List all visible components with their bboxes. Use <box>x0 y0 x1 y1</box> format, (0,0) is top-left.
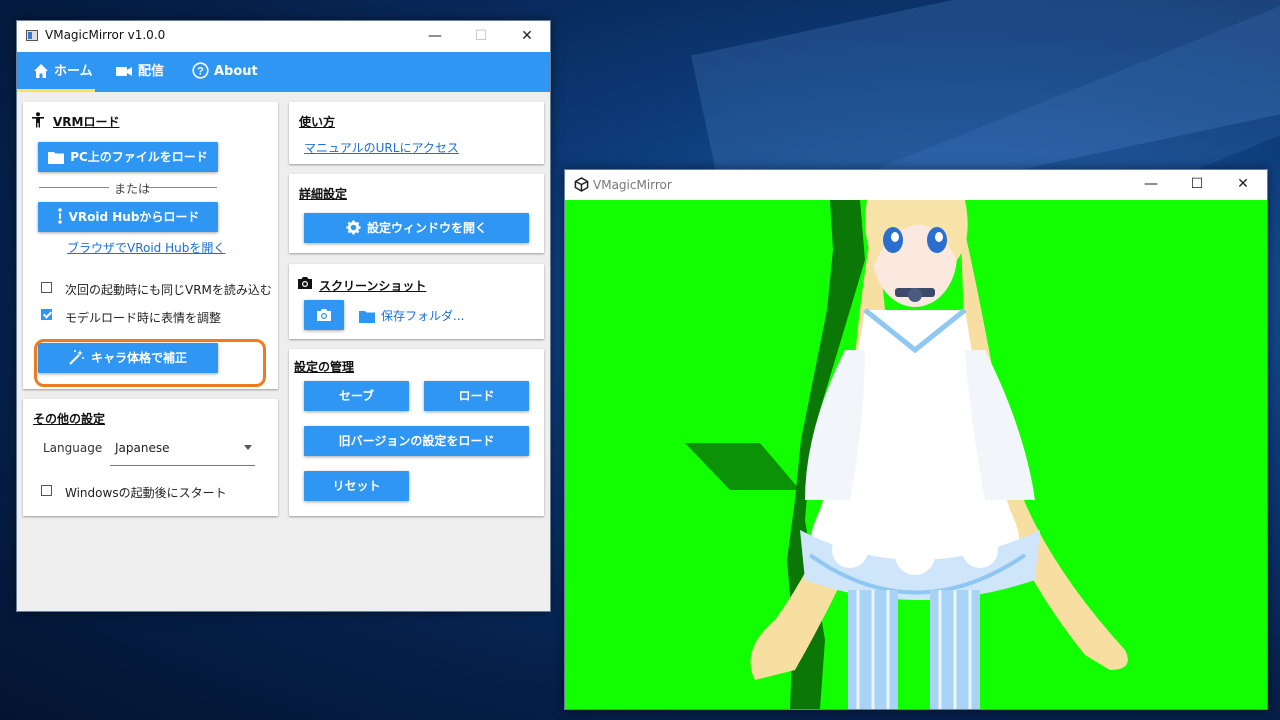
tab-about[interactable]: ? About <box>192 52 258 92</box>
open-save-folder-button[interactable]: 保存フォルダ... <box>359 307 464 325</box>
usage-header: 使い方 <box>299 115 336 129</box>
language-select[interactable]: Japanese <box>110 435 255 466</box>
button-label: VRoid Hubからロード <box>68 210 200 224</box>
folder-icon <box>48 152 65 164</box>
vrm-load-card: VRMロード PC上のファイルをロード または VRoid Hubからロード ブ… <box>23 102 278 389</box>
open-vroid-hub-link[interactable]: ブラウザでVRoid Hubを開く <box>67 239 225 256</box>
help-circle-icon: ? <box>192 62 209 79</box>
home-content: VRMロード PC上のファイルをロード または VRoid Hubからロード ブ… <box>17 92 550 611</box>
reset-settings-button[interactable]: リセット <box>304 471 409 501</box>
save-settings-button[interactable]: セーブ <box>304 381 409 411</box>
tab-label: ホーム <box>54 64 93 79</box>
title-bar[interactable]: VMagicMirror v1.0.0 — ☐ ✕ <box>17 21 550 51</box>
main-window: VMagicMirror v1.0.0 — ☐ ✕ ホーム 配信 ? About … <box>16 20 551 612</box>
vroid-hub-load-button[interactable]: VRoid Hubからロード <box>38 202 218 232</box>
app-window-icon <box>26 30 38 41</box>
other-settings-header: その他の設定 <box>33 412 106 426</box>
save-folder-label: 保存フォルダ... <box>381 309 465 323</box>
avatar-render <box>685 200 1128 709</box>
usage-card: 使い方 マニュアルのURLにアクセス <box>289 102 544 164</box>
unity-logo-icon <box>574 177 589 192</box>
load-pc-file-button[interactable]: PC上のファイルをロード <box>38 142 218 172</box>
chevron-down-icon <box>244 445 252 450</box>
avatar-viewport[interactable] <box>565 200 1267 709</box>
adjust-expression-label: モデルロード時に表情を調整 <box>65 311 222 325</box>
take-screenshot-button[interactable] <box>304 300 344 330</box>
gear-icon <box>346 220 361 235</box>
vrm-load-header: VRMロード <box>53 115 120 129</box>
tab-broadcast[interactable]: 配信 <box>115 52 164 92</box>
minimize-button[interactable]: — <box>412 21 458 51</box>
start-with-windows-checkbox[interactable] <box>41 485 52 496</box>
video-camera-icon <box>116 67 132 76</box>
tab-label: About <box>214 64 258 79</box>
home-icon <box>34 64 48 78</box>
load-legacy-settings-button[interactable]: 旧バージョンの設定をロード <box>304 426 529 456</box>
start-with-windows-label: Windowsの起動後にスタート <box>65 486 227 500</box>
other-settings-card: その他の設定 Language Japanese Windowsの起動後にスター… <box>23 399 278 516</box>
mirror-window: VMagicMirror — ☐ ✕ <box>564 169 1268 710</box>
language-value: Japanese <box>115 441 170 455</box>
minimize-button[interactable]: — <box>1128 169 1174 199</box>
button-label: 設定ウィンドウを開く <box>366 221 487 235</box>
manual-url-link[interactable]: マニュアルのURLにアクセス <box>304 139 459 156</box>
svg-text:?: ? <box>197 66 204 78</box>
person-icon <box>32 112 44 128</box>
window-title: VMagicMirror v1.0.0 <box>45 28 166 42</box>
detail-settings-card: 詳細設定 設定ウィンドウを開く <box>289 174 544 253</box>
settings-management-card: 設定の管理 セーブ ロード 旧バージョンの設定をロード リセット <box>289 349 544 516</box>
screenshot-header: スクリーンショット <box>319 279 427 293</box>
divider-line <box>39 187 109 188</box>
settings-management-header: 設定の管理 <box>294 360 355 374</box>
close-button[interactable]: ✕ <box>1220 169 1266 199</box>
load-settings-button[interactable]: ロード <box>424 381 529 411</box>
vroid-icon <box>57 208 62 224</box>
tab-label: 配信 <box>138 64 165 79</box>
divider-line <box>147 187 217 188</box>
camera-icon <box>298 277 312 289</box>
open-settings-window-button[interactable]: 設定ウィンドウを開く <box>304 213 529 243</box>
close-button[interactable]: ✕ <box>504 21 550 51</box>
button-label: PC上のファイルをロード <box>70 150 208 164</box>
mirror-title-bar[interactable]: VMagicMirror — ☐ ✕ <box>565 170 1267 199</box>
detail-settings-header: 詳細設定 <box>299 187 348 201</box>
maximize-button[interactable]: ☐ <box>458 21 504 51</box>
mirror-window-title: VMagicMirror <box>593 178 672 192</box>
tab-home[interactable]: ホーム <box>33 52 93 92</box>
screenshot-card: スクリーンショット 保存フォルダ... <box>289 264 544 339</box>
adjust-expression-checkbox[interactable] <box>41 309 52 320</box>
camera-icon <box>317 309 331 321</box>
highlight-annotation <box>34 339 266 387</box>
folder-icon <box>359 311 375 323</box>
reload-same-vrm-checkbox[interactable] <box>41 282 52 293</box>
reload-same-vrm-label: 次回の起動時にも同じVRMを読み込む <box>65 283 272 297</box>
language-label: Language <box>43 441 103 455</box>
maximize-button[interactable]: ☐ <box>1174 169 1220 199</box>
or-label: または <box>114 182 151 196</box>
nav-bar: ホーム 配信 ? About <box>17 52 550 92</box>
